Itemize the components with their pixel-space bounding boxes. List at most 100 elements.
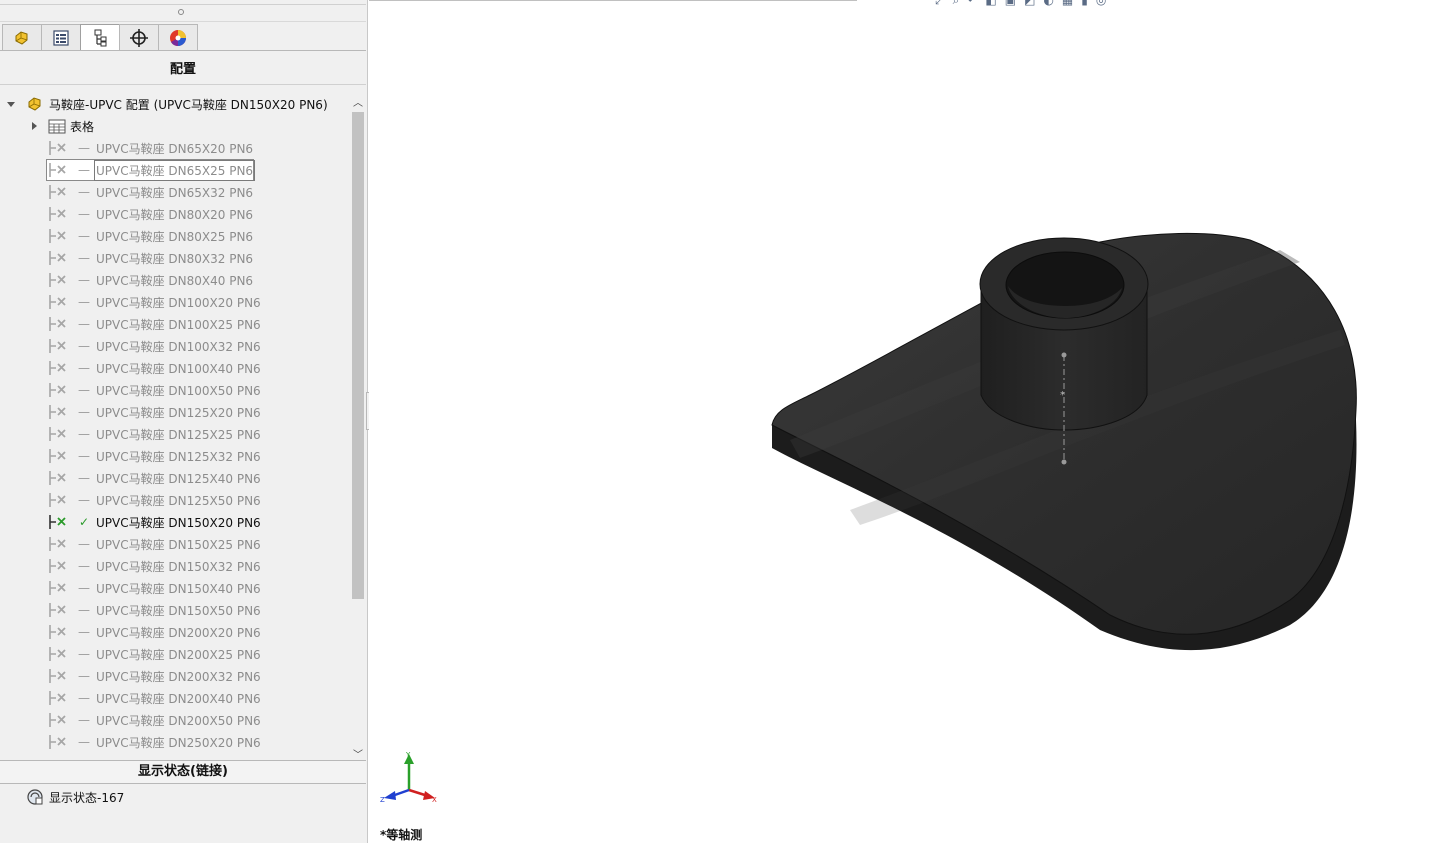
hud-appearance-icon[interactable]: ▦	[1062, 0, 1073, 7]
configuration-item[interactable]: — UPVC马鞍座 DN80X20 PN6	[47, 203, 253, 225]
configuration-item[interactable]: — UPVC马鞍座 DN150X32 PN6	[47, 555, 261, 577]
configuration-label: UPVC马鞍座 DN125X32 PN6	[96, 449, 261, 464]
configuration-item[interactable]: — UPVC马鞍座 DN200X40 PN6	[47, 687, 261, 709]
configuration-item[interactable]: — UPVC马鞍座 DN150X25 PN6	[47, 533, 261, 555]
configuration-icon	[49, 537, 66, 551]
configuration-item[interactable]: — UPVC马鞍座 DN65X25 PN6	[46, 159, 256, 181]
panel-grip-bar[interactable]	[0, 0, 366, 22]
color-pie-icon	[170, 29, 186, 46]
inactive-dash-icon: —	[78, 581, 90, 595]
configuration-icon	[49, 317, 66, 331]
configuration-item[interactable]: — UPVC马鞍座 DN150X50 PN6	[47, 599, 261, 621]
hud-display-style-icon[interactable]: ◩	[1024, 0, 1035, 7]
configuration-item[interactable]: — UPVC马鞍座 DN200X50 PN6	[47, 709, 261, 731]
inactive-dash-icon: —	[78, 625, 90, 639]
display-states-header: 显示状态(链接)	[0, 760, 366, 784]
part-config-icon	[28, 97, 41, 111]
configuration-item[interactable]: — UPVC马鞍座 DN125X50 PN6	[47, 489, 261, 511]
inactive-dash-icon: —	[78, 383, 90, 397]
title-divider	[0, 84, 366, 85]
triad-y-label: Y	[405, 751, 411, 759]
configuration-icon	[49, 163, 66, 177]
hud-view-settings-icon[interactable]: ◎	[1096, 0, 1106, 7]
configuration-item[interactable]: — UPVC马鞍座 DN125X20 PN6	[47, 401, 261, 423]
display-state-item[interactable]: 显示状态-167	[26, 786, 124, 808]
hud-section-view-icon[interactable]: ◧	[985, 0, 996, 7]
configuration-item[interactable]: — UPVC马鞍座 DN80X32 PN6	[47, 247, 253, 269]
inactive-dash-icon: —	[78, 691, 90, 705]
configuration-item[interactable]: — UPVC马鞍座 DN125X40 PN6	[47, 467, 261, 489]
configuration-item[interactable]: ✓ UPVC马鞍座 DN150X20 PN6	[47, 511, 261, 533]
configuration-icon	[49, 273, 66, 287]
configuration-item[interactable]: — UPVC马鞍座 DN80X25 PN6	[47, 225, 253, 247]
tab-display-manager[interactable]	[158, 24, 198, 50]
hud-zoom-fit-icon[interactable]: ⤢	[935, 0, 945, 7]
configuration-icon	[49, 141, 66, 155]
hud-previous-view-icon[interactable]: ↶	[967, 0, 977, 7]
hud-view-orientation-icon[interactable]: ▣	[1005, 0, 1016, 7]
tab-dimxpert[interactable]	[119, 24, 159, 50]
tree-root-item[interactable]: 马鞍座-UPVC 配置 (UPVC马鞍座 DN150X20 PN6)	[6, 93, 328, 115]
configuration-item[interactable]: — UPVC马鞍座 DN125X25 PN6	[47, 423, 261, 445]
configuration-item[interactable]: — UPVC马鞍座 DN150X40 PN6	[47, 577, 261, 599]
inactive-dash-icon: —	[78, 229, 90, 243]
configuration-item[interactable]: — UPVC马鞍座 DN125X32 PN6	[47, 445, 261, 467]
graphics-viewport[interactable]	[369, 0, 1442, 843]
configuration-label: UPVC马鞍座 DN125X20 PN6	[96, 405, 261, 420]
configuration-item[interactable]: — UPVC马鞍座 DN200X20 PN6	[47, 621, 261, 643]
inactive-dash-icon: —	[78, 735, 90, 749]
inactive-dash-icon: —	[78, 713, 90, 727]
scroll-down-icon[interactable]: ﹀	[350, 746, 366, 761]
configuration-icon	[49, 735, 66, 749]
configuration-icon	[49, 427, 66, 441]
configuration-item[interactable]: — UPVC马鞍座 DN100X50 PN6	[47, 379, 261, 401]
triad-x-label: X	[432, 796, 437, 804]
configuration-label: UPVC马鞍座 DN200X32 PN6	[96, 669, 261, 684]
hud-zoom-area-icon[interactable]: ⌕	[953, 0, 960, 7]
inactive-dash-icon: —	[78, 295, 90, 309]
configuration-item[interactable]: — UPVC马鞍座 DN100X40 PN6	[47, 357, 261, 379]
configuration-label: UPVC马鞍座 DN150X50 PN6	[96, 603, 261, 618]
configuration-label: UPVC马鞍座 DN200X40 PN6	[96, 691, 261, 706]
root-config-label: 马鞍座-UPVC 配置 (UPVC马鞍座 DN150X20 PN6)	[49, 97, 328, 112]
part-icon	[15, 30, 28, 45]
configuration-item[interactable]: — UPVC马鞍座 DN200X25 PN6	[47, 643, 261, 665]
configuration-label: UPVC马鞍座 DN65X25 PN6	[93, 159, 256, 181]
inactive-dash-icon: —	[78, 207, 90, 221]
expanded-arrow-icon[interactable]	[6, 99, 16, 109]
tab-propertymanager[interactable]	[41, 24, 81, 50]
tree-table-item[interactable]: 表格	[30, 115, 94, 137]
panel-title: 配置	[169, 62, 196, 77]
configuration-icon	[49, 383, 66, 397]
configuration-tree: 马鞍座-UPVC 配置 (UPVC马鞍座 DN150X20 PN6) 表格 — U…	[0, 92, 350, 760]
inactive-dash-icon: —	[78, 669, 90, 683]
configuration-item[interactable]: — UPVC马鞍座 DN100X20 PN6	[47, 291, 261, 313]
configuration-label: UPVC马鞍座 DN125X25 PN6	[96, 427, 261, 442]
viewport-top-edge	[369, 0, 857, 1]
configuration-icon	[49, 691, 66, 705]
collapsed-arrow-icon[interactable]	[30, 121, 38, 131]
configuration-item[interactable]: — UPVC马鞍座 DN80X40 PN6	[47, 269, 253, 291]
scroll-up-icon[interactable]: ︿	[350, 94, 366, 109]
inactive-dash-icon: —	[78, 339, 90, 353]
inactive-dash-icon: —	[78, 537, 90, 551]
configuration-item[interactable]: — UPVC马鞍座 DN100X25 PN6	[47, 313, 261, 335]
tabs-divider	[0, 50, 366, 51]
tab-configurationmanager[interactable]	[80, 24, 120, 50]
configuration-item[interactable]: — UPVC马鞍座 DN100X32 PN6	[47, 335, 261, 357]
configuration-item[interactable]: — UPVC马鞍座 DN200X32 PN6	[47, 665, 261, 687]
hud-scene-icon[interactable]: ▮	[1081, 0, 1088, 7]
tab-featuremanager[interactable]	[2, 24, 42, 50]
configuration-item[interactable]: — UPVC马鞍座 DN65X20 PN6	[47, 137, 253, 159]
inactive-dash-icon: —	[78, 427, 90, 441]
hud-hide-show-icon[interactable]: ◐	[1043, 0, 1053, 7]
tree-scrollbar[interactable]: ︿ ﹀	[350, 94, 366, 761]
coordinate-triad: Y X Z	[380, 751, 437, 804]
view-orientation-label: *等轴测	[380, 828, 423, 842]
configuration-item[interactable]: — UPVC马鞍座 DN65X32 PN6	[47, 181, 253, 203]
configuration-item[interactable]: — UPVC马鞍座 DN250X20 PN6	[47, 731, 261, 753]
scroll-thumb[interactable]	[352, 112, 364, 599]
collapse-handle-icon[interactable]	[178, 9, 184, 15]
configuration-label: UPVC马鞍座 DN200X25 PN6	[96, 647, 261, 662]
inactive-dash-icon: —	[78, 185, 90, 199]
